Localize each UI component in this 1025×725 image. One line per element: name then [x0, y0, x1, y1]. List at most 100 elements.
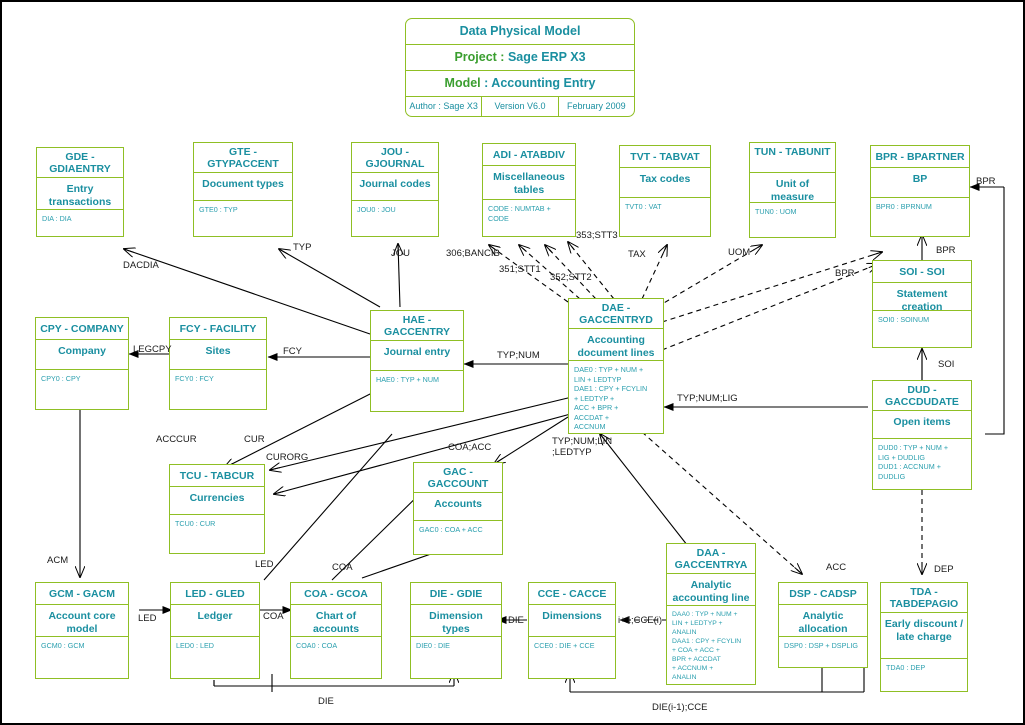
entity-coa-name: COA - GCOA — [291, 583, 381, 605]
edge-label-jou: JOU — [391, 248, 410, 259]
entity-hae-name: HAE - GACCENTRY — [371, 311, 463, 341]
entity-tda-keys: TDA0 : DEP — [886, 663, 926, 672]
entity-hae[interactable]: HAE - GACCENTRY Journal entry HAE0 : TYP… — [370, 310, 464, 412]
entity-daa[interactable]: DAA - GACCENTRYA Analytic accounting lin… — [666, 543, 756, 685]
entity-bpr[interactable]: BPR - BPARTNER BP BPR0 : BPRNUM — [870, 145, 970, 237]
entity-cce-name: CCE - CACCE — [529, 583, 615, 605]
edge-label-die-i1-cce: DIE(i-1);CCE — [652, 702, 708, 713]
entity-gac-desc: Accounts — [414, 493, 502, 521]
edge-label-die-arrow: DIE — [508, 615, 524, 626]
entity-fcy-keys: FCY0 : FCY — [175, 374, 214, 383]
entity-gac[interactable]: GAC - GACCOUNT Accounts GAC0 : COA + ACC — [413, 462, 503, 555]
edge-label-legcpy: LEGCPY — [133, 344, 172, 355]
entity-jou-keys: JOU0 : JOU — [357, 205, 396, 214]
edge-label-bpr-right: BPR — [976, 176, 996, 187]
entity-tvt[interactable]: TVT - TABVAT Tax codes TVT0 : VAT — [619, 145, 711, 237]
entity-gac-name: GAC - GACCOUNT — [414, 463, 502, 493]
entity-dae-name: DAE - GACCENTRYD — [569, 299, 663, 329]
entity-gte-name: GTE - GTYPACCENT — [194, 143, 292, 173]
edge-label-soi: SOI — [938, 359, 955, 370]
entity-bpr-name: BPR - BPARTNER — [871, 146, 969, 168]
entity-tda[interactable]: TDA - TABDEPAGIO Early discount / late c… — [880, 582, 968, 692]
edge-label-coaacc: COA;ACC — [448, 442, 492, 453]
entity-soi[interactable]: SOI - SOI Statement creation SOI0 : SOIN… — [872, 260, 972, 348]
entity-daa-name: DAA - GACCENTRYA — [667, 544, 755, 574]
entity-dud-desc: Open items — [873, 411, 971, 439]
entity-coa[interactable]: COA - GCOA Chart of accounts COA0 : COA — [290, 582, 382, 679]
edge-label-352-stt2: 352;STT2 — [550, 272, 592, 283]
edge-label-die-bottom: DIE — [318, 696, 334, 707]
entity-bpr-desc: BP — [871, 168, 969, 198]
entity-led[interactable]: LED - GLED Ledger LED0 : LED — [170, 582, 260, 679]
entity-dae-keys: DAE0 : TYP + NUM + LIN + LEDTYP DAE1 : C… — [574, 365, 648, 431]
entity-gte-keys: GTE0 : TYP — [199, 205, 238, 214]
entity-dsp-keys: DSP0 : DSP + DSPLIG — [784, 641, 858, 650]
entity-tcu-desc: Currencies — [170, 487, 264, 515]
entity-dud-keys: DUD0 : TYP + NUM + LIG + DUDLIG DUD1 : A… — [878, 443, 949, 481]
entity-die-name: DIE - GDIE — [411, 583, 501, 605]
entity-jou-desc: Journal codes — [352, 173, 438, 201]
edge-label-fcy: FCY — [283, 346, 302, 357]
entity-cce[interactable]: CCE - CACCE Dimensions CCE0 : DIE + CCE — [528, 582, 616, 679]
entity-adi[interactable]: ADI - ATABDIV Miscellaneous tables CODE … — [482, 143, 576, 237]
entity-gcm[interactable]: GCM - GACM Account core model GCM0 : GCM — [35, 582, 129, 679]
entity-dsp[interactable]: DSP - CADSP Analytic allocation DSP0 : D… — [778, 582, 868, 668]
entity-cpy-keys: CPY0 : CPY — [41, 374, 81, 383]
entity-gcm-name: GCM - GACM — [36, 583, 128, 605]
entity-adi-keys: CODE : NUMTAB + CODE — [488, 204, 551, 223]
entity-tun-desc: Unit of measure — [750, 173, 835, 203]
edge-label-dep: DEP — [934, 564, 954, 575]
edge-label-acccur: ACCCUR — [156, 434, 197, 445]
entity-dud[interactable]: DUD - GACCDUDATE Open items DUD0 : TYP +… — [872, 380, 972, 490]
entity-gte[interactable]: GTE - GTYPACCENT Document types GTE0 : T… — [193, 142, 293, 237]
entity-die[interactable]: DIE - GDIE Dimension types DIE0 : DIE — [410, 582, 502, 679]
edge-label-coa-diag: COA — [332, 562, 353, 573]
entity-tun[interactable]: TUN - TABUNIT Unit of measure TUN0 : UOM — [749, 142, 836, 238]
entity-jou-name: JOU - GJOURNAL — [352, 143, 438, 173]
entity-cpy-desc: Company — [36, 340, 128, 370]
entity-tcu-name: TCU - TABCUR — [170, 465, 264, 487]
entity-hae-desc: Journal entry — [371, 341, 463, 371]
edge-label-coa: COA — [263, 611, 284, 622]
entity-cpy[interactable]: CPY - COMPANY Company CPY0 : CPY — [35, 317, 129, 410]
entity-gcm-keys: GCM0 : GCM — [41, 641, 85, 650]
edge-label-uom: UOM — [728, 247, 751, 258]
entity-gde[interactable]: GDE - GDIAENTRY Entry transactions DIA :… — [36, 147, 124, 237]
edge-label-351-stt1: 351;STT1 — [499, 264, 541, 275]
edge-label-353-stt3: 353;STT3 — [576, 230, 618, 241]
edge-label-bpr-diag: BPR — [835, 268, 855, 279]
entity-gde-keys: DIA : DIA — [42, 214, 72, 223]
entity-gde-desc: Entry transactions — [37, 178, 123, 210]
entity-cce-desc: Dimensions — [529, 605, 615, 637]
entity-die-keys: DIE0 : DIE — [416, 641, 450, 650]
entity-daa-keys: DAA0 : TYP + NUM + LIN + LEDTYP + ANALIN… — [672, 611, 742, 681]
diagram-canvas: Data Physical Model Project : Sage ERP X… — [0, 0, 1025, 725]
entity-tvt-desc: Tax codes — [620, 168, 710, 198]
edge-label-typnum: TYP;NUM — [497, 350, 540, 361]
entity-jou[interactable]: JOU - GJOURNAL Journal codes JOU0 : JOU — [351, 142, 439, 237]
entity-led-keys: LED0 : LED — [176, 641, 214, 650]
entity-tcu[interactable]: TCU - TABCUR Currencies TCU0 : CUR — [169, 464, 265, 554]
entity-gac-keys: GAC0 : COA + ACC — [419, 525, 483, 534]
entity-dae[interactable]: DAE - GACCENTRYD Accounting document lin… — [568, 298, 664, 434]
edge-label-led-diag: LED — [255, 559, 274, 570]
edge-label-i1-cce: i+1;CCE(i) — [618, 615, 663, 626]
entity-tvt-name: TVT - TABVAT — [620, 146, 710, 168]
entity-gcm-desc: Account core model — [36, 605, 128, 637]
entity-led-name: LED - GLED — [171, 583, 259, 605]
edge-label-dacdia: DACDIA — [123, 260, 159, 271]
entity-dud-name: DUD - GACCDUDATE — [873, 381, 971, 411]
entity-daa-desc: Analytic accounting line — [667, 574, 755, 606]
entity-soi-name: SOI - SOI — [873, 261, 971, 283]
edge-label-cur: CUR — [244, 434, 265, 445]
entity-dae-desc: Accounting document lines — [569, 329, 663, 361]
entity-adi-name: ADI - ATABDIV — [483, 144, 575, 166]
edge-label-acc: ACC — [826, 562, 847, 573]
entity-tvt-keys: TVT0 : VAT — [625, 202, 662, 211]
entity-tun-name: TUN - TABUNIT — [750, 143, 835, 173]
entity-die-desc: Dimension types — [411, 605, 501, 637]
entity-hae-keys: HAE0 : TYP + NUM — [376, 375, 440, 384]
edge-label-curorg: CURORG — [266, 452, 309, 463]
entity-fcy[interactable]: FCY - FACILITY Sites FCY0 : FCY — [169, 317, 267, 410]
entity-tun-keys: TUN0 : UOM — [755, 207, 797, 216]
